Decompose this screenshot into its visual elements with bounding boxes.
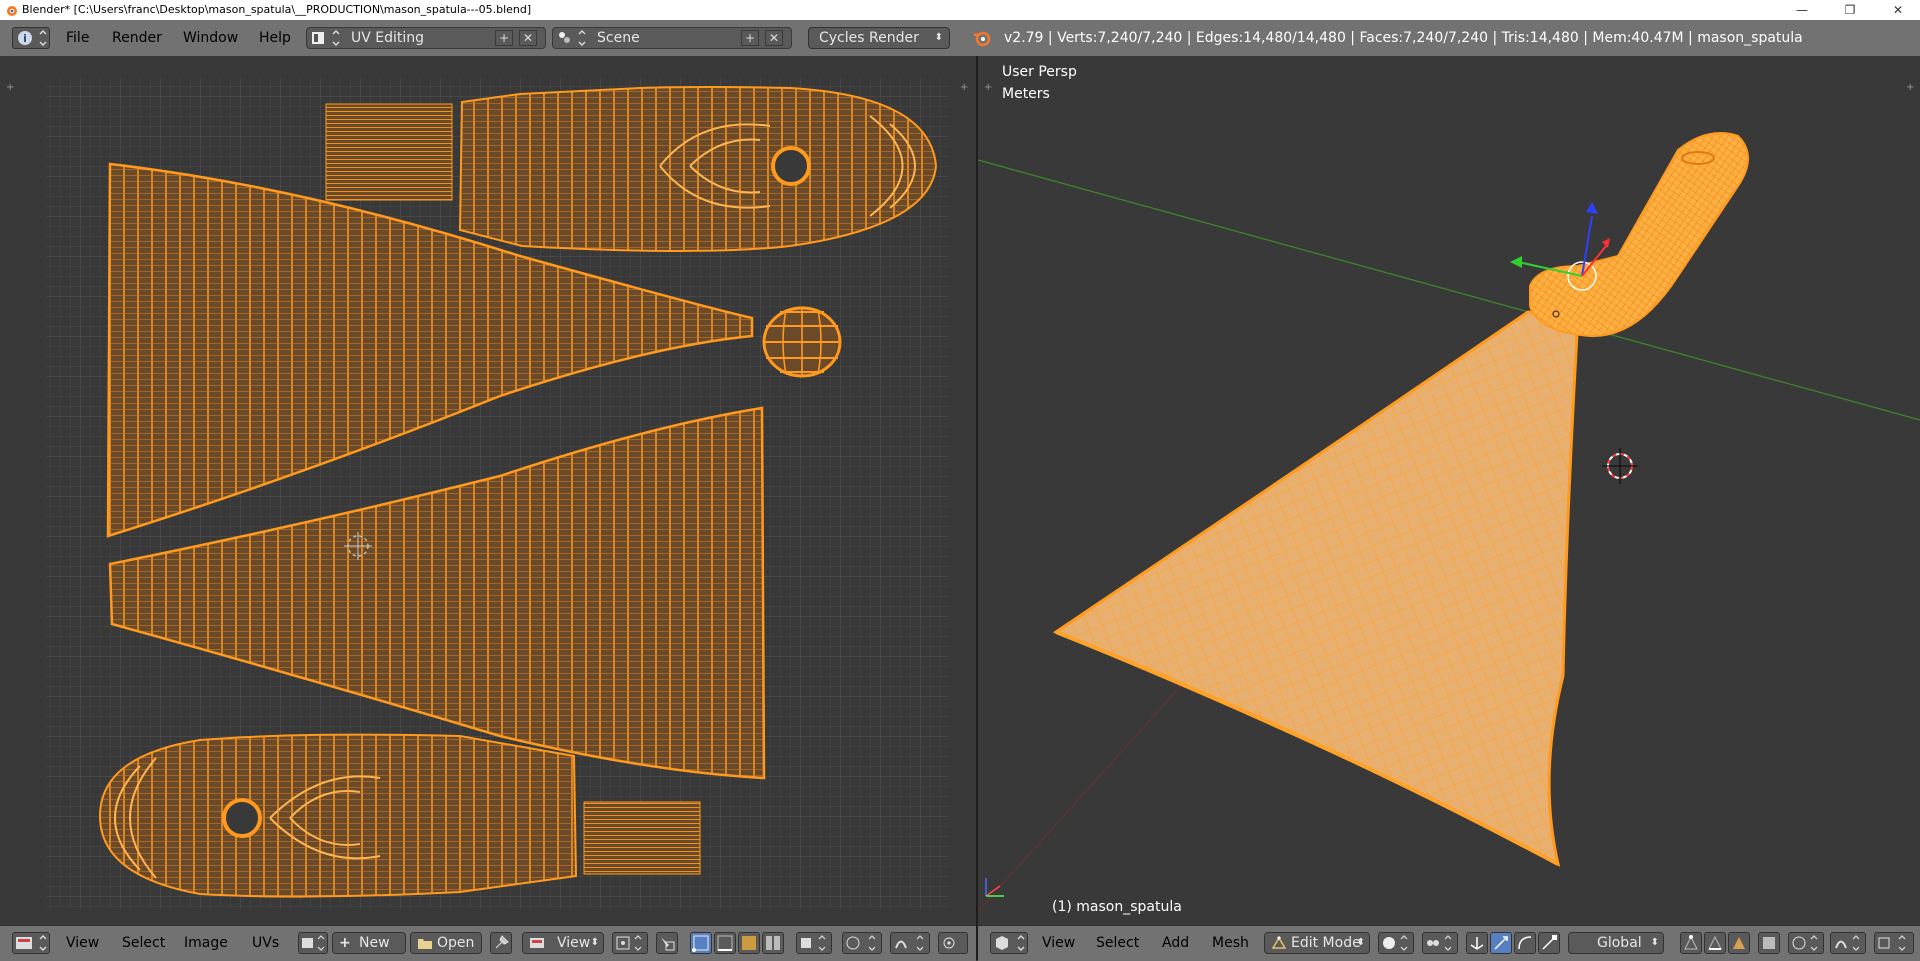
snap-magnet-icon[interactable] xyxy=(1830,932,1866,954)
uv-island-handle-bottom xyxy=(98,733,578,898)
edge-select-icon[interactable] xyxy=(1704,932,1726,954)
snap-element-icon[interactable] xyxy=(1874,932,1914,954)
uv-menu-view[interactable]: View xyxy=(66,926,99,961)
scale-manipulator-icon[interactable] xyxy=(1538,932,1560,954)
scene-statistics: v2.79 | Verts:7,240/7,240 | Edges:14,480… xyxy=(1004,30,1803,46)
new-image-button[interactable]: + New xyxy=(332,932,406,954)
window-titlebar: Blender* [C:\Users\franc\Desktop\mason_s… xyxy=(0,0,1920,20)
dropdown-arrows-icon: ⬍ xyxy=(590,937,599,948)
editor-type-3d-icon[interactable] xyxy=(990,932,1028,954)
transform-orientation-label: Global xyxy=(1597,935,1642,951)
snap-icon[interactable] xyxy=(890,932,930,954)
edge-select-mode-icon[interactable] xyxy=(714,932,736,954)
info-header: i File Render Window Help UV Editing + ✕… xyxy=(0,20,1920,57)
sticky-selection-icon[interactable] xyxy=(796,932,832,954)
region-toggle-plus-icon[interactable]: + xyxy=(984,82,992,93)
uv-island-handle-top xyxy=(458,86,938,252)
image-browse-icon[interactable] xyxy=(298,932,328,954)
viewport-canvas[interactable]: + + xyxy=(978,56,1920,925)
window-title: Blender* [C:\Users\franc\Desktop\mason_s… xyxy=(22,3,532,16)
interaction-mode-dropdown[interactable]: Edit Mode ⬍ xyxy=(1264,932,1370,954)
manipulator-toggle-icon[interactable] xyxy=(1466,932,1488,954)
units-label: Meters xyxy=(1002,86,1050,102)
maximize-button[interactable]: ❐ xyxy=(1828,0,1872,20)
minimize-button[interactable]: — xyxy=(1780,0,1824,20)
image-view-icon xyxy=(529,936,545,950)
dropdown-arrows-icon: ⬍ xyxy=(1356,937,1365,948)
menu-window[interactable]: Window xyxy=(183,20,238,56)
screen-layout-icon xyxy=(311,30,340,46)
menu-help[interactable]: Help xyxy=(259,20,291,56)
uv-island-strip-top xyxy=(325,103,453,201)
new-image-label: New xyxy=(359,935,390,951)
3d-viewport[interactable]: + + User Persp Meters (1) mason_spatula xyxy=(978,56,1920,925)
translate-manipulator-icon[interactable] xyxy=(1490,932,1512,954)
pivot-dropdown-icon[interactable] xyxy=(612,932,648,954)
occlude-geometry-icon[interactable] xyxy=(1758,932,1780,954)
uv-island-ferrule xyxy=(762,306,842,378)
delete-scene-icon[interactable]: ✕ xyxy=(765,30,783,46)
3d-viewport-header: View Select Add Mesh Edit Mode ⬍ Global … xyxy=(978,925,1920,961)
view-dropdown-label: View xyxy=(557,935,591,951)
uv-menu-uvs[interactable]: UVs xyxy=(252,926,279,961)
vp-menu-add[interactable]: Add xyxy=(1162,926,1189,961)
open-image-button[interactable]: Open xyxy=(410,932,482,954)
view-dropdown[interactable]: View ⬍ xyxy=(522,932,604,954)
dropdown-arrows-icon: ⬍ xyxy=(1650,937,1659,948)
proportional-edit-icon[interactable] xyxy=(842,932,882,954)
blender-logo-icon xyxy=(972,29,992,47)
uv-menu-image[interactable]: Image xyxy=(184,926,228,961)
add-screen-icon[interactable]: + xyxy=(495,30,513,46)
blender-logo-icon xyxy=(4,3,18,17)
plus-icon: + xyxy=(339,935,351,951)
region-toggle-plus-icon[interactable]: + xyxy=(960,82,968,93)
editor-type-info-icon[interactable]: i xyxy=(12,27,50,49)
render-engine-dropdown[interactable]: Cycles Render ⬍ xyxy=(808,27,950,49)
menu-file[interactable]: File xyxy=(66,20,89,56)
vp-menu-select[interactable]: Select xyxy=(1096,926,1139,961)
vertex-select-mode-icon[interactable] xyxy=(690,932,712,954)
region-toggle-plus-icon[interactable]: + xyxy=(6,82,14,93)
close-window-button[interactable]: ✕ xyxy=(1876,0,1920,20)
region-toggle-plus-icon[interactable]: + xyxy=(1906,82,1914,93)
vp-menu-view[interactable]: View xyxy=(1042,926,1075,961)
screen-layout-name: UV Editing xyxy=(351,30,425,46)
svg-text:i: i xyxy=(23,32,27,45)
uv-island-strip-bottom xyxy=(583,801,701,875)
dropdown-arrows-icon: ⬍ xyxy=(934,32,943,43)
open-image-label: Open xyxy=(437,935,475,951)
menu-render[interactable]: Render xyxy=(112,20,162,56)
scene-icon xyxy=(557,30,586,46)
screen-layout-selector[interactable]: UV Editing + ✕ xyxy=(306,27,546,49)
pin-icon[interactable] xyxy=(490,932,512,954)
scene-selector[interactable]: Scene + ✕ xyxy=(552,27,792,49)
vertex-select-icon[interactable] xyxy=(1680,932,1702,954)
uv-menu-select[interactable]: Select xyxy=(122,926,165,961)
pivot-point-icon[interactable] xyxy=(1422,932,1458,954)
snap-target-icon[interactable] xyxy=(938,932,968,954)
editor-type-uv-icon[interactable] xyxy=(12,932,50,954)
scene-name: Scene xyxy=(597,30,640,46)
view-name-label: User Persp xyxy=(1002,64,1077,80)
active-object-label: (1) mason_spatula xyxy=(1052,899,1182,915)
folder-icon xyxy=(417,936,433,950)
face-select-icon[interactable] xyxy=(1728,932,1750,954)
uv-editor[interactable]: + + xyxy=(0,56,976,925)
sync-selection-icon[interactable] xyxy=(656,932,678,954)
render-engine-label: Cycles Render xyxy=(819,30,919,46)
uv-canvas[interactable]: + + xyxy=(0,56,976,925)
transform-orientation-dropdown[interactable]: Global ⬍ xyxy=(1568,932,1664,954)
uv-editor-header: View Select Image UVs + New Open View ⬍ xyxy=(0,925,976,961)
viewport-shading-icon[interactable] xyxy=(1378,932,1414,954)
vp-menu-mesh[interactable]: Mesh xyxy=(1212,926,1249,961)
face-select-mode-icon[interactable] xyxy=(738,932,760,954)
delete-screen-icon[interactable]: ✕ xyxy=(519,30,537,46)
interaction-mode-label: Edit Mode xyxy=(1291,935,1361,951)
edit-mode-icon xyxy=(1271,936,1287,950)
proportional-editing-icon[interactable] xyxy=(1788,932,1824,954)
rotate-manipulator-icon[interactable] xyxy=(1514,932,1536,954)
island-select-mode-icon[interactable] xyxy=(762,932,784,954)
add-scene-icon[interactable]: + xyxy=(741,30,759,46)
